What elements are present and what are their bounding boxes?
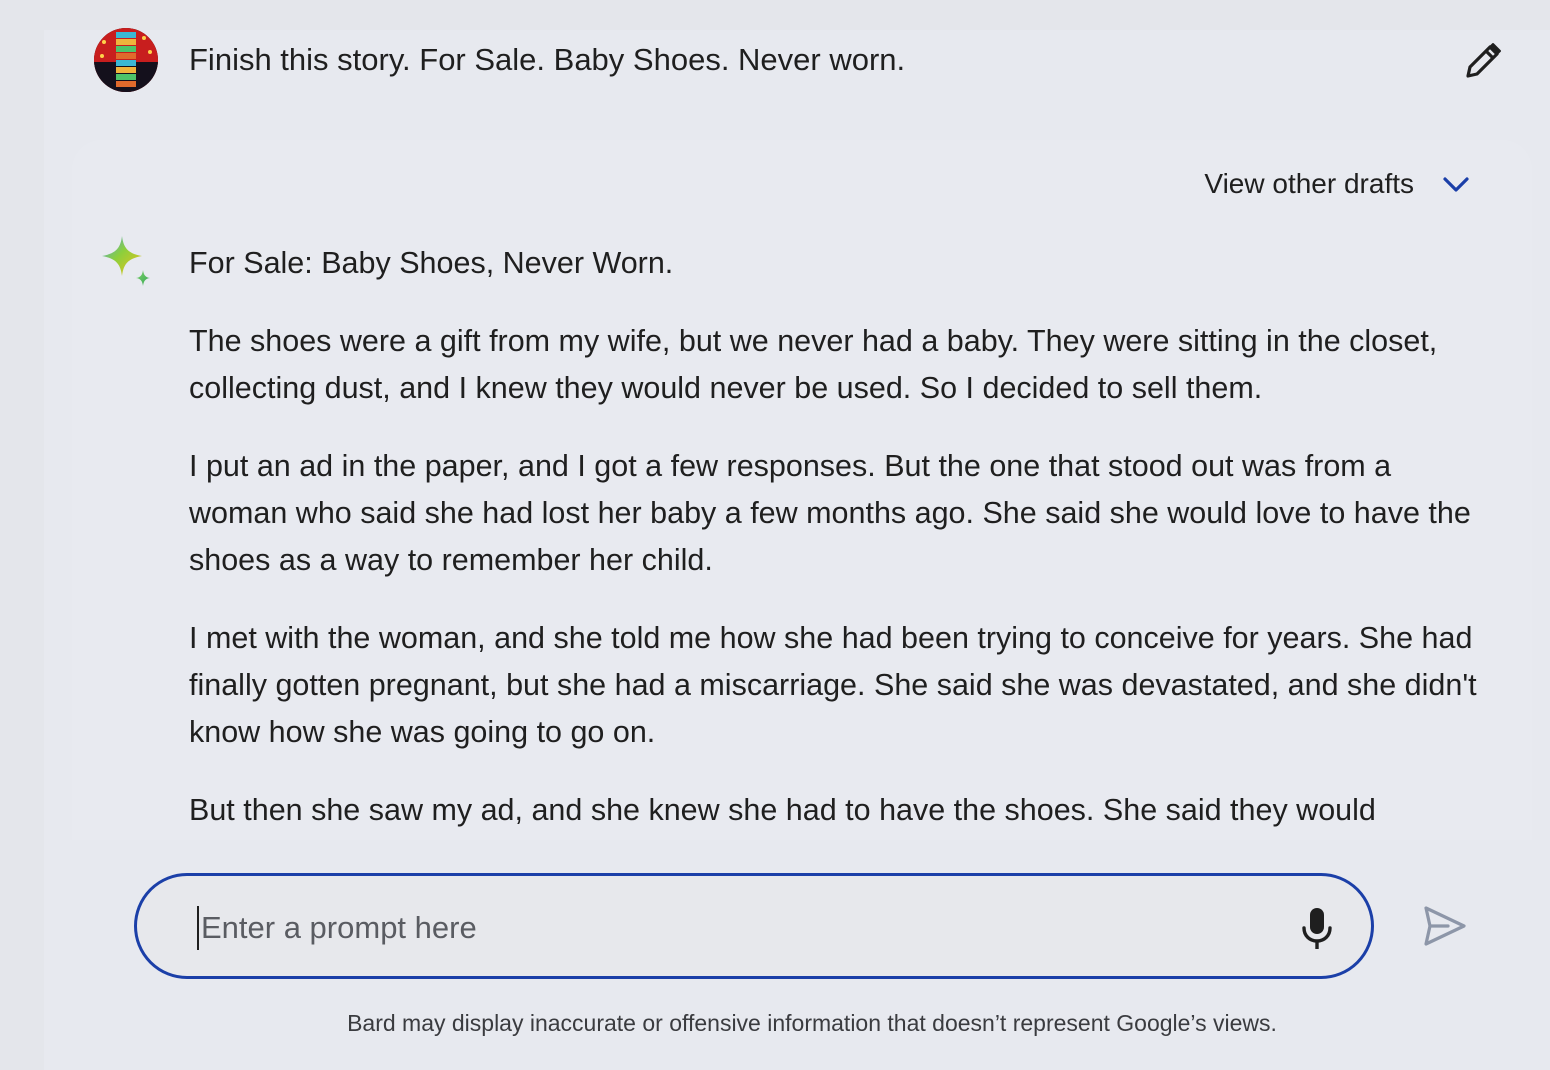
- sparkle-icon: [102, 236, 150, 286]
- response-paragraph: For Sale: Baby Shoes, Never Worn.: [189, 246, 674, 280]
- disclaimer-text: Bard may display inaccurate or offensive…: [347, 1010, 1277, 1036]
- user-prompt: Finish this story. For Sale. Baby Shoes.…: [94, 28, 1514, 92]
- send-button[interactable]: [1418, 902, 1470, 950]
- microphone-icon: [1302, 908, 1332, 949]
- response-paragraph: I put an ad in the paper, and I got a fe…: [189, 449, 1471, 577]
- prompt-input-box[interactable]: [134, 873, 1374, 979]
- prompt-input[interactable]: [197, 906, 1261, 950]
- response-text: For Sale: Baby Shoes, Never Worn. The sh…: [189, 240, 1479, 840]
- response-paragraph: But then she saw my ad, and she knew she…: [189, 793, 1376, 827]
- prompt-text: Finish this story. For Sale. Baby Shoes.…: [189, 42, 906, 77]
- user-avatar[interactable]: [94, 28, 158, 92]
- microphone-button[interactable]: [1297, 906, 1337, 952]
- response-paragraph: I met with the woman, and she told me ho…: [189, 621, 1477, 749]
- pencil-icon: [1466, 43, 1501, 78]
- response-paragraph: The shoes were a gift from my wife, but …: [189, 324, 1438, 405]
- chevron-down-icon: [1443, 177, 1469, 192]
- response-card: View other drafts For Sale: Baby Shoes, …: [72, 140, 1532, 840]
- send-icon: [1424, 906, 1466, 946]
- view-other-drafts-label: View other drafts: [1204, 168, 1414, 199]
- edit-prompt-button[interactable]: [1462, 40, 1504, 82]
- view-other-drafts-button[interactable]: View other drafts: [1204, 168, 1472, 200]
